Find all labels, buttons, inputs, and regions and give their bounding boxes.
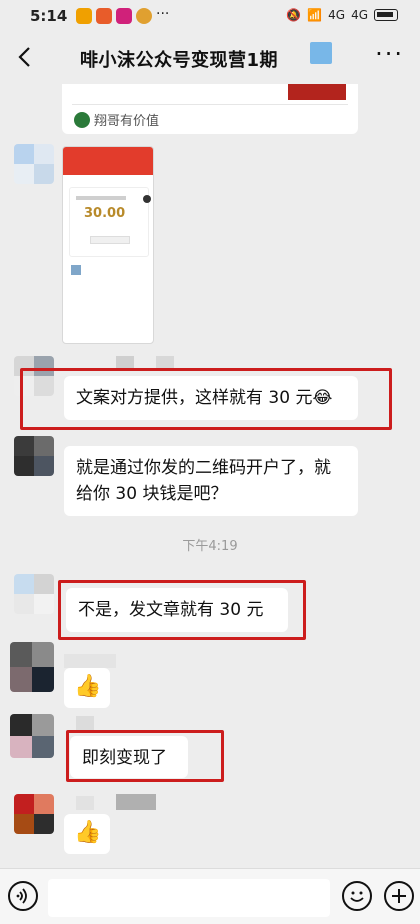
article-card[interactable]: 翔哥有价值 <box>62 84 358 134</box>
message-text: 文案对方提供，这样就有 30 元😂 <box>76 388 333 408</box>
plus-icon[interactable] <box>384 881 414 911</box>
thumbs-up-emoji: 👍 <box>74 674 102 699</box>
sender-name-blur <box>76 796 94 810</box>
card-divider <box>72 104 348 105</box>
status-icons: 🔕 📶 4G 4G <box>286 8 398 22</box>
screenshot-card-line <box>76 196 126 200</box>
qr-code-icon <box>71 265 81 275</box>
notification-icon <box>116 8 132 24</box>
sender-name-blur <box>116 794 156 810</box>
signal-icon: 4G <box>351 8 368 22</box>
message-text: 就是通过你发的二维码开户了，就 <box>76 458 331 478</box>
mute-icon: 🔕 <box>286 8 302 22</box>
more-notifications-icon: ··· <box>156 6 170 22</box>
sender-name-blur <box>76 716 94 730</box>
message-text: 即刻变现了 <box>82 748 167 768</box>
emoji-icon[interactable] <box>342 881 372 911</box>
message-bubble[interactable]: 👍 <box>64 814 110 854</box>
screenshot-card: 30.00 <box>69 187 149 257</box>
avatar[interactable] <box>14 574 54 614</box>
sender-name-blur <box>64 654 116 668</box>
chat-title: 啡小沫公众号变现营1期 <box>80 50 279 71</box>
message-bubble[interactable]: 就是通过你发的二维码开户了，就 给你 30 块钱是吧？ <box>64 446 358 516</box>
notification-icon <box>96 8 112 24</box>
clock: 5:14 <box>30 7 68 25</box>
back-icon[interactable] <box>10 42 40 72</box>
avatar[interactable] <box>10 714 54 758</box>
message-bubble[interactable]: 即刻变现了 <box>70 736 188 778</box>
message-bubble[interactable]: 不是，发文章就有 30 元 <box>66 588 288 632</box>
thumbs-up-emoji: 👍 <box>74 820 102 845</box>
source-avatar-icon <box>74 112 90 128</box>
input-bar <box>0 868 420 924</box>
screenshot-card-line <box>90 236 130 244</box>
message-text: 不是，发文章就有 30 元 <box>78 600 264 620</box>
signal-icon: 4G <box>328 8 346 22</box>
card-source-label: 翔哥有价值 <box>94 114 160 129</box>
notification-icon <box>76 8 92 24</box>
voice-icon[interactable] <box>8 881 38 911</box>
status-bar: 5:14 ··· 🔕 📶 4G 4G <box>0 0 420 32</box>
notification-icon <box>136 8 152 24</box>
message-text: 给你 30 块钱是吧？ <box>76 484 228 504</box>
message-input[interactable] <box>48 879 330 917</box>
avatar[interactable] <box>14 794 54 834</box>
timestamp: 下午4:19 <box>182 539 238 554</box>
screenshot-amount: 30.00 <box>84 206 126 221</box>
message-bubble[interactable]: 👍 <box>64 668 110 708</box>
screenshot-header <box>63 147 153 175</box>
battery-icon <box>374 9 398 21</box>
more-icon[interactable]: ··· <box>375 40 404 68</box>
screenshot-side-dot <box>143 195 151 203</box>
card-thumbnail <box>288 84 346 100</box>
pinned-icon <box>310 42 332 64</box>
message-bubble[interactable]: 文案对方提供，这样就有 30 元😂 <box>64 376 358 420</box>
avatar[interactable] <box>14 144 54 184</box>
shared-screenshot[interactable]: 30.00 <box>62 146 154 344</box>
avatar[interactable] <box>10 642 54 692</box>
chat-header: 啡小沫公众号变现营1期 ··· <box>0 32 420 84</box>
avatar[interactable] <box>14 436 54 476</box>
wifi-icon: 📶 <box>307 8 323 22</box>
